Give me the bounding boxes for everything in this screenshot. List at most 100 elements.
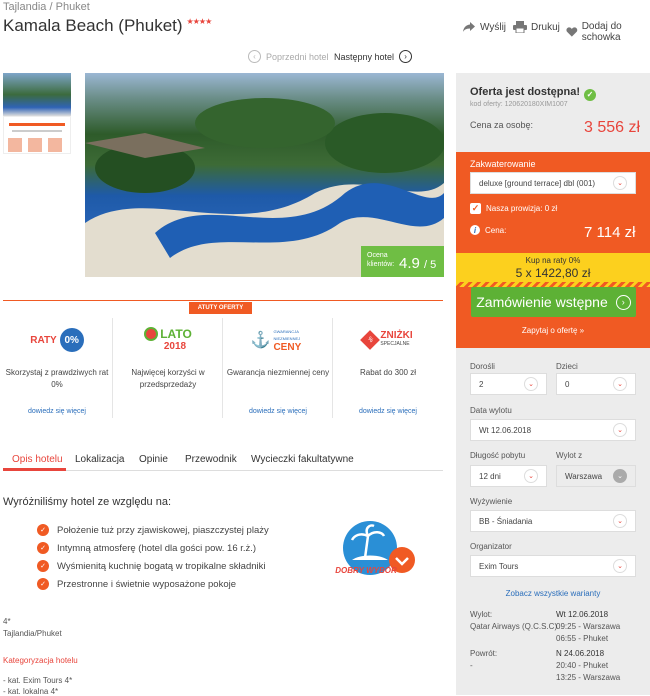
- organizer-select[interactable]: Exim Tours ⌄: [470, 555, 636, 577]
- anchor-icon: ⚓: [250, 332, 271, 349]
- learn-more-link[interactable]: dowiedz się więcej: [2, 408, 112, 415]
- price-per-person: 3 556 zł: [584, 119, 641, 136]
- tab-excursions[interactable]: Wycieczki fakultatywne: [251, 454, 354, 465]
- heart-icon: [566, 27, 578, 37]
- category-item: - kat. Exim Tours 4*: [3, 676, 73, 685]
- ask-about-offer-link[interactable]: Zapytaj o ofertę »: [456, 326, 650, 335]
- good-choice-badge: DOBRY WYBÓR: [330, 518, 415, 588]
- return-airline: -: [470, 661, 473, 670]
- chevron-left-icon: ‹: [248, 50, 261, 63]
- board-label: Wyżywienie: [470, 497, 513, 506]
- outbound-label: Wylot:: [470, 610, 493, 619]
- price-per-person-label: Cena za osobę:: [470, 120, 534, 130]
- print-label: Drukuj: [531, 21, 560, 33]
- chevron-down-icon: ⌄: [524, 377, 538, 391]
- chevron-right-icon: ›: [399, 50, 413, 63]
- departure-date-select[interactable]: Wt 12.06.2018 ⌄: [470, 419, 636, 441]
- breadcrumb-region[interactable]: Phuket: [56, 1, 90, 13]
- tag-icon: %: [360, 330, 381, 350]
- board-select[interactable]: BB - Śniadania ⌄: [470, 510, 636, 532]
- outbound-date: Wt 12.06.2018: [556, 610, 609, 619]
- advantage-description: Rabat do 300 zł: [359, 368, 417, 377]
- accommodation-value: deluxe [ground terrace] dbl (001): [479, 178, 596, 188]
- chevron-down-icon: ⌄: [613, 423, 627, 437]
- breadcrumb-separator: /: [49, 1, 53, 13]
- advantage-discounts[interactable]: % ZNIŻKI SPECJALNE Rabat do 300 zł dowie…: [333, 321, 443, 415]
- advantage-installments[interactable]: RATY 0% Skorzystaj z prawdziwych rat 0% …: [2, 321, 112, 415]
- previous-hotel-link[interactable]: ‹ Poprzedni hotel: [248, 50, 329, 63]
- commission-checkbox[interactable]: ✓: [470, 203, 481, 214]
- tab-location[interactable]: Lokalizacja: [75, 454, 124, 465]
- tab-reviews[interactable]: Opinie: [139, 454, 168, 465]
- discount-badge: ZNIŻKI: [380, 330, 413, 341]
- stay-length-select[interactable]: 12 dni ⌄: [470, 465, 547, 487]
- learn-more-link[interactable]: dowiedz się więcej: [333, 408, 443, 415]
- discount-badge-sub: SPECJALNE: [380, 341, 410, 347]
- price-label: Cena:: [485, 225, 507, 235]
- commission-row[interactable]: ✓ Nasza prowizja: 0 zł: [470, 203, 557, 214]
- offer-status-text: Oferta jest dostępna!: [470, 86, 581, 98]
- accommodation-select[interactable]: deluxe [ground terrace] dbl (001) ⌄: [470, 172, 636, 194]
- arrow-right-icon: ›: [615, 294, 631, 310]
- commission-value: 0 zł: [544, 204, 558, 213]
- gallery-thumbnail[interactable]: [3, 116, 71, 154]
- highlight-item: ✓ Wyśmienitą kuchnię bogatą w tropikalne …: [37, 560, 266, 572]
- guarantee-badge: GWARANCJA NIEZMIENNEJ: [273, 328, 301, 341]
- tab-guide[interactable]: Przewodnik: [185, 454, 237, 465]
- rating-label: Ocena klientów:: [367, 252, 395, 268]
- advantage-summer[interactable]: LATO 2018 Najwięcej korzyści w przedsprz…: [113, 321, 223, 415]
- installments-badge-icon: RATY 0%: [2, 321, 112, 359]
- airline: Qatar Airways (Q.C.S.C): [470, 622, 558, 631]
- all-variants-link[interactable]: Zobacz wszystkie warianty: [456, 589, 650, 598]
- info-icon[interactable]: i: [470, 225, 480, 235]
- offer-code: kod oferty: 120620180XIM1007: [470, 101, 568, 108]
- guarantee-badge-icon: ⚓ GWARANCJA NIEZMIENNEJ CENY: [223, 321, 333, 359]
- highlight-item: ✓ Przestronne i świetnie wyposażone pokoj…: [37, 578, 236, 590]
- chevron-down-icon: ⌄: [613, 469, 627, 483]
- chevron-down-icon: ⌄: [613, 514, 627, 528]
- save-label: Dodaj do schowka: [581, 21, 622, 43]
- departure-from-select[interactable]: Warszawa ⌄: [556, 465, 636, 487]
- gallery-thumbnail[interactable]: [3, 73, 71, 116]
- advantage-price-guarantee[interactable]: ⚓ GWARANCJA NIEZMIENNEJ CENY Gwarancja n…: [223, 321, 333, 416]
- highlight-text: Intymną atmosferę (hotel dla gości pow. …: [57, 542, 257, 554]
- printer-icon: [513, 21, 527, 33]
- price-row: i Cena:: [470, 225, 506, 235]
- installments-banner[interactable]: Kup na raty 0% 5 x 1422,80 zł: [456, 253, 650, 283]
- page-title: Kamala Beach (Phuket) ★★★★: [3, 16, 213, 36]
- save-to-clipboard-button[interactable]: Dodaj do schowka: [566, 21, 650, 43]
- commission-label: Nasza prowizja:: [486, 204, 543, 213]
- return-label: Powrót:: [470, 649, 498, 658]
- share-button[interactable]: Wyślij: [462, 21, 506, 33]
- advantage-description: Najwięcej korzyści w przedsprzedaży: [131, 368, 205, 389]
- departure-date-label: Data wylotu: [470, 406, 512, 415]
- accommodation-label: Zakwaterowanie: [470, 159, 536, 169]
- check-icon: ✓: [584, 88, 597, 101]
- tab-hotel-description[interactable]: Opis hotelu: [12, 454, 63, 465]
- board-value: BB - Śniadania: [479, 516, 533, 526]
- adults-label: Dorośli: [470, 362, 495, 371]
- outbound-arrival: 06:55 - Phuket: [556, 634, 609, 643]
- hotel-name: Kamala Beach (Phuket): [3, 16, 183, 35]
- next-hotel-link[interactable]: Następny hotel ›: [334, 50, 413, 63]
- children-select[interactable]: 0 ⌄: [556, 373, 636, 395]
- check-icon: ✓: [37, 578, 49, 590]
- hotel-stars: ★★★★: [186, 17, 213, 26]
- highlight-text: Wyśmienitą kuchnię bogatą w tropikalne s…: [57, 560, 266, 572]
- return-arrival: 13:25 - Warszawa: [556, 673, 621, 682]
- highlight-item: ✓ Położenie tuż przy zjawiskowej, piaszcz…: [37, 524, 269, 536]
- palm-island-icon: [343, 521, 415, 575]
- print-button[interactable]: Drukuj: [513, 21, 560, 33]
- breadcrumb-country[interactable]: Tajlandia: [3, 1, 46, 13]
- next-hotel-label: Następny hotel: [334, 51, 395, 62]
- preorder-button[interactable]: Zamówienie wstępne ›: [471, 287, 636, 317]
- discount-badge-icon: % ZNIŻKI SPECJALNE: [333, 321, 443, 359]
- hotel-category-stars: 4*: [3, 617, 11, 626]
- stay-length-label: Długość pobytu: [470, 451, 526, 460]
- advantages-divider: [3, 300, 443, 301]
- hotel-location-line: Tajlandia/Phuket: [3, 629, 62, 638]
- guarantee-badge-word: CENY: [273, 341, 302, 353]
- adults-select[interactable]: 2 ⌄: [470, 373, 547, 395]
- watermelon-icon: [144, 327, 159, 341]
- learn-more-link[interactable]: dowiedz się więcej: [223, 408, 333, 415]
